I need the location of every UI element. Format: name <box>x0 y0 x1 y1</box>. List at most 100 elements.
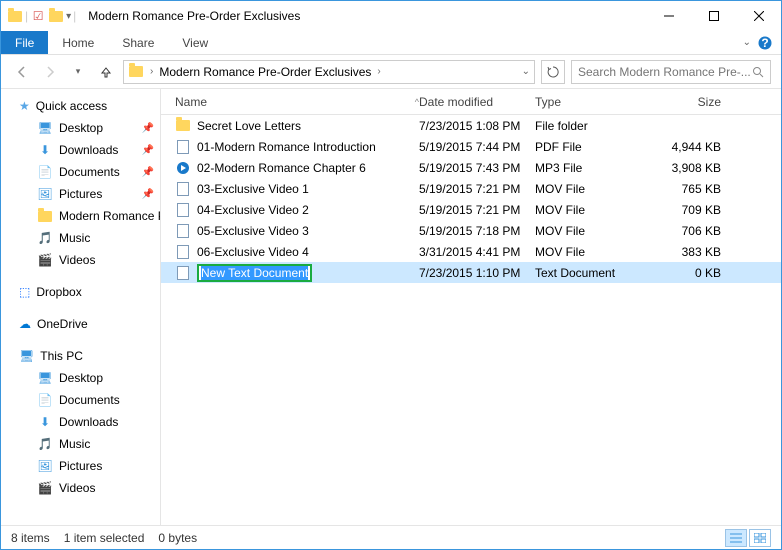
sidebar-item-label: Documents <box>59 165 120 179</box>
sidebar-item-pc-videos[interactable]: 🎬Videos <box>1 477 160 499</box>
sidebar-item-onedrive[interactable]: ☁OneDrive <box>1 313 160 335</box>
back-button[interactable] <box>11 61 33 83</box>
minimize-button[interactable] <box>646 2 691 30</box>
file-date: 5/19/2015 7:44 PM <box>419 140 535 154</box>
pin-icon: 📌 <box>142 167 154 178</box>
file-type: MOV File <box>535 245 659 259</box>
file-size: 709 KB <box>659 203 729 217</box>
table-row[interactable]: 02-Modern Romance Chapter 65/19/2015 7:4… <box>161 157 781 178</box>
file-size: 706 KB <box>659 224 729 238</box>
sidebar-item-this-pc[interactable]: 🖥This PC <box>1 345 160 367</box>
folder-icon <box>7 8 23 24</box>
sidebar-item-label: Downloads <box>59 143 118 157</box>
pin-icon: 📌 <box>142 145 154 156</box>
share-tab[interactable]: Share <box>108 31 168 54</box>
table-row[interactable]: Secret Love Letters7/23/2015 1:08 PMFile… <box>161 115 781 136</box>
file-name: Secret Love Letters <box>197 119 301 133</box>
help-icon[interactable]: ? <box>755 31 775 54</box>
file-type: Text Document <box>535 266 659 280</box>
file-type: MP3 File <box>535 161 659 175</box>
sidebar-item-quick-access[interactable]: ★ Quick access <box>1 95 160 117</box>
icons-view-button[interactable] <box>749 529 771 547</box>
details-view-button[interactable] <box>725 529 747 547</box>
sidebar-item-modern-romance[interactable]: Modern Romance Pre-Order Exclusives <box>1 205 160 227</box>
address-dropdown-icon[interactable]: ⌄ <box>522 66 530 77</box>
qat-properties-icon[interactable]: ☑ <box>30 8 46 24</box>
sidebar-item-desktop[interactable]: 🖥Desktop📌 <box>1 117 160 139</box>
folder-icon <box>128 64 144 80</box>
sidebar-item-pictures[interactable]: 🖼Pictures📌 <box>1 183 160 205</box>
pdf-icon <box>175 139 191 155</box>
view-tab[interactable]: View <box>168 31 222 54</box>
file-list-pane: Name^ Date modified Type Size Secret Lov… <box>161 89 781 525</box>
sidebar-item-pc-downloads[interactable]: ⬇Downloads <box>1 411 160 433</box>
window-title: Modern Romance Pre-Order Exclusives <box>88 9 300 23</box>
sidebar-item-pc-documents[interactable]: 📄Documents <box>1 389 160 411</box>
sidebar-item-label: This PC <box>40 349 83 363</box>
column-type[interactable]: Type <box>535 95 659 109</box>
table-row[interactable]: New Text Document 7/23/2015 1:10 PMText D… <box>161 262 781 283</box>
chevron-right-icon[interactable]: › <box>150 66 153 77</box>
file-date: 7/23/2015 1:10 PM <box>419 266 535 280</box>
column-name[interactable]: Name^ <box>161 95 419 109</box>
mov-icon <box>175 244 191 260</box>
sidebar-item-pc-music[interactable]: 🎵Music <box>1 433 160 455</box>
table-row[interactable]: 04-Exclusive Video 25/19/2015 7:21 PMMOV… <box>161 199 781 220</box>
qat-dropdown-icon[interactable]: ▾ <box>66 11 71 22</box>
file-name: 01-Modern Romance Introduction <box>197 140 376 154</box>
table-row[interactable]: 03-Exclusive Video 15/19/2015 7:21 PMMOV… <box>161 178 781 199</box>
file-name: 03-Exclusive Video 1 <box>197 182 309 196</box>
desktop-icon: 🖥 <box>37 370 53 386</box>
file-name: 04-Exclusive Video 2 <box>197 203 309 217</box>
sidebar-item-pc-pictures[interactable]: 🖼Pictures <box>1 455 160 477</box>
folder-icon[interactable] <box>48 8 64 24</box>
ribbon-expand-icon[interactable]: ⌄ <box>743 31 751 54</box>
file-size: 765 KB <box>659 182 729 196</box>
navigation-pane: ★Quick access 🖥Desktop📌 ⬇Downloads📌 📄Doc… <box>1 89 161 525</box>
column-date[interactable]: Date modified <box>419 95 535 109</box>
sidebar-item-downloads[interactable]: ⬇Downloads📌 <box>1 139 160 161</box>
up-button[interactable] <box>95 61 117 83</box>
recent-dropdown-icon[interactable]: ▾ <box>67 61 89 83</box>
mov-icon <box>175 181 191 197</box>
pin-icon: 📌 <box>142 123 154 134</box>
search-icon <box>752 66 764 78</box>
sidebar-item-label: Videos <box>59 253 95 267</box>
sidebar-item-label: Quick access <box>36 99 107 113</box>
maximize-button[interactable] <box>691 2 736 30</box>
file-date: 3/31/2015 4:41 PM <box>419 245 535 259</box>
address-bar[interactable]: › Modern Romance Pre-Order Exclusives › … <box>123 60 535 84</box>
rename-input[interactable]: New Text Document <box>197 264 312 282</box>
file-type: MOV File <box>535 224 659 238</box>
close-button[interactable] <box>736 2 781 30</box>
refresh-button[interactable] <box>541 60 565 84</box>
sidebar-item-dropbox[interactable]: ⬚Dropbox <box>1 281 160 303</box>
table-row[interactable]: 05-Exclusive Video 35/19/2015 7:18 PMMOV… <box>161 220 781 241</box>
sidebar-item-label: Downloads <box>59 415 118 429</box>
home-tab[interactable]: Home <box>48 31 108 54</box>
videos-icon: 🎬 <box>37 252 53 268</box>
forward-button[interactable] <box>39 61 61 83</box>
search-input[interactable] <box>578 65 752 79</box>
star-icon: ★ <box>19 99 30 113</box>
sidebar-item-pc-desktop[interactable]: 🖥Desktop <box>1 367 160 389</box>
videos-icon: 🎬 <box>37 480 53 496</box>
table-row[interactable]: 01-Modern Romance Introduction 5/19/2015 … <box>161 136 781 157</box>
file-name: 06-Exclusive Video 4 <box>197 245 309 259</box>
file-rows: Secret Love Letters7/23/2015 1:08 PMFile… <box>161 115 781 525</box>
file-tab[interactable]: File <box>1 31 48 54</box>
documents-icon: 📄 <box>37 392 53 408</box>
folder-icon <box>37 208 53 224</box>
status-item-count: 8 items <box>11 531 50 545</box>
search-box[interactable] <box>571 60 771 84</box>
sidebar-item-documents[interactable]: 📄Documents📌 <box>1 161 160 183</box>
table-row[interactable]: 06-Exclusive Video 4 3/31/2015 4:41 PMMOV… <box>161 241 781 262</box>
chevron-right-icon[interactable]: › <box>377 66 380 77</box>
file-name: 02-Modern Romance Chapter 6 <box>197 161 366 175</box>
column-size[interactable]: Size <box>659 95 729 109</box>
sidebar-item-videos[interactable]: 🎬 Videos <box>1 249 160 271</box>
qat-divider: | <box>73 9 76 23</box>
sidebar-item-music[interactable]: 🎵Music <box>1 227 160 249</box>
breadcrumb[interactable]: Modern Romance Pre-Order Exclusives <box>159 65 371 79</box>
onedrive-icon: ☁ <box>19 317 31 331</box>
